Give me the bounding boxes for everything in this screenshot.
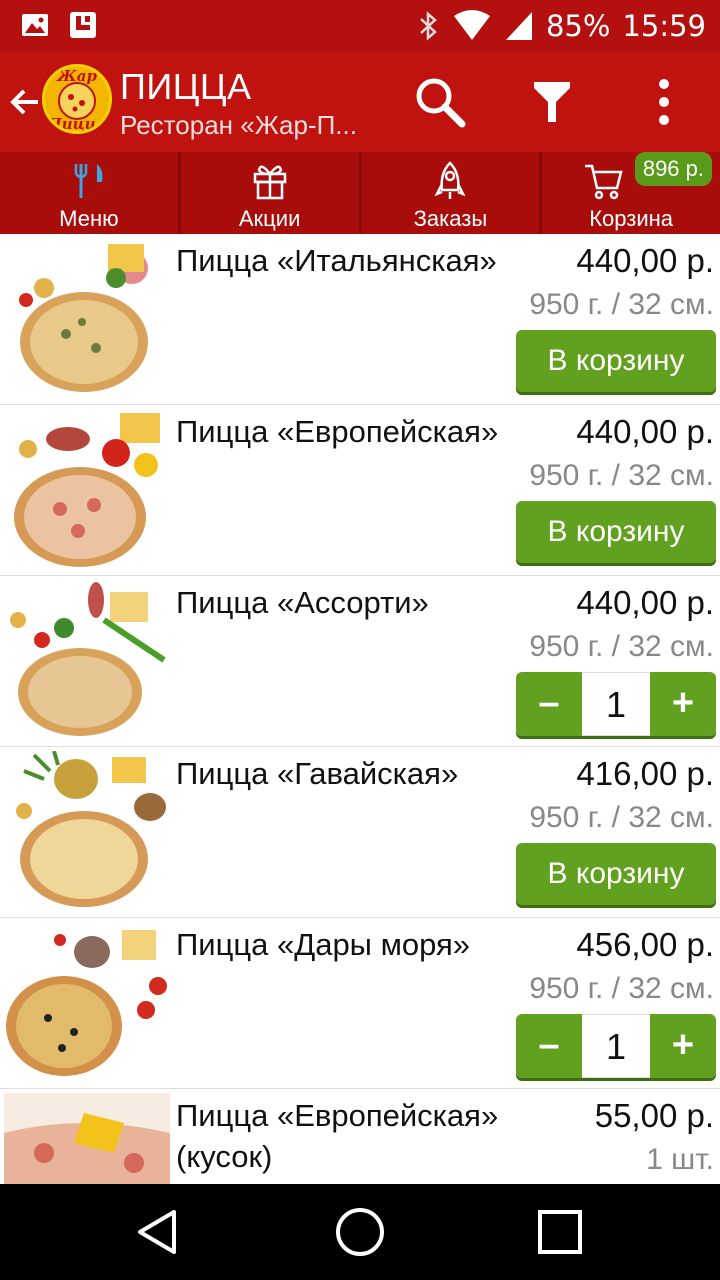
- product-price: 440,00 р.: [576, 242, 714, 279]
- gallery-icon: [22, 14, 48, 36]
- filter-icon[interactable]: [522, 72, 582, 132]
- product-price: 456,00 р.: [576, 926, 714, 963]
- product-price: 55,00 р.: [594, 1097, 714, 1134]
- product-weight: 950 г. / 32 см.: [529, 459, 714, 492]
- pizza-image: [14, 413, 160, 567]
- product-item[interactable]: Пицца «Европейская» (кусок) 55,00 р. 1 ш…: [0, 1089, 720, 1184]
- product-item[interactable]: Пицца «Европейская» 440,00 р. 950 г. / 3…: [0, 405, 720, 576]
- tab-orders[interactable]: Заказы: [362, 152, 543, 234]
- decrease-quantity-button[interactable]: –: [516, 1014, 582, 1078]
- product-item[interactable]: Пицца «Итальянская» 440,00 р. 950 г. / 3…: [0, 234, 720, 405]
- tab-promotions-label: Акции: [238, 206, 301, 231]
- product-item[interactable]: Пицца «Гавайская» 416,00 р. 950 г. / 32 …: [0, 747, 720, 918]
- notification-app-icon: [70, 12, 96, 38]
- product-name: Пицца «Европейская»: [176, 414, 499, 449]
- product-name: Пицца «Гавайская»: [176, 756, 459, 791]
- tab-promotions[interactable]: Акции: [181, 152, 362, 234]
- quantity-value: 1: [582, 672, 650, 736]
- nav-home-icon[interactable]: [332, 1204, 388, 1260]
- product-weight: 950 г. / 32 см.: [529, 972, 714, 1005]
- tab-menu-label: Меню: [59, 206, 119, 231]
- status-bar: 85% 15:59: [0, 0, 720, 52]
- system-nav-bar: [0, 1184, 720, 1280]
- logo-text-bottom: Пицца: [47, 115, 107, 133]
- product-name: Пицца «Ассорти»: [176, 585, 429, 620]
- product-price: 440,00 р.: [576, 413, 714, 450]
- product-name: Пицца «Европейская» (кусок): [176, 1098, 499, 1174]
- tab-cart-label: Корзина: [589, 206, 674, 231]
- gift-icon: [253, 165, 286, 200]
- product-price: 440,00 р.: [576, 584, 714, 621]
- quantity-stepper: – 1 +: [516, 672, 716, 736]
- app-bar: Жар Пицца ПИЦЦА Ресторан «Жар-П...: [0, 52, 720, 152]
- product-weight: 950 г. / 32 см.: [529, 801, 714, 834]
- search-icon[interactable]: [410, 72, 470, 132]
- cart-total-badge: 896 р.: [634, 152, 712, 186]
- tab-menu[interactable]: Меню: [0, 152, 181, 234]
- product-name: Пицца «Итальянская»: [176, 243, 497, 278]
- product-weight: 950 г. / 32 см.: [529, 288, 714, 321]
- battery-percent: 85%: [545, 9, 611, 43]
- pizza-slice-image: [4, 1093, 170, 1184]
- increase-quantity-button[interactable]: +: [650, 672, 716, 736]
- product-item[interactable]: Пицца «Ассорти» 440,00 р. 950 г. / 32 см…: [0, 576, 720, 747]
- back-arrow-icon[interactable]: [8, 82, 42, 122]
- rocket-icon: [434, 161, 466, 199]
- pizza-image: [19, 244, 148, 392]
- quantity-stepper: – 1 +: [516, 1014, 716, 1078]
- tab-cart[interactable]: 896 р. Корзина: [542, 152, 720, 234]
- more-vert-icon[interactable]: [634, 72, 694, 132]
- cart-icon: [585, 164, 624, 200]
- page-title: ПИЦЦА: [120, 66, 252, 107]
- product-item[interactable]: Пицца «Дары моря» 456,00 р. 950 г. / 32 …: [0, 918, 720, 1089]
- page-subtitle: Ресторан «Жар-П...: [120, 110, 357, 140]
- status-right: 85% 15:59: [418, 6, 706, 46]
- pizza-image: [10, 582, 166, 736]
- pizza-image: [6, 930, 167, 1076]
- restaurant-logo: Жар Пицца: [42, 64, 112, 134]
- increase-quantity-button[interactable]: +: [650, 1014, 716, 1078]
- fork-knife-icon: [74, 164, 103, 198]
- product-name: Пицца «Дары моря»: [176, 927, 471, 962]
- pizza-image: [16, 751, 166, 907]
- signal-icon: [505, 12, 532, 40]
- add-to-cart-button[interactable]: В корзину: [516, 330, 716, 392]
- logo-text-top: Жар: [57, 67, 97, 85]
- add-to-cart-button[interactable]: В корзину: [516, 843, 716, 905]
- wifi-icon: [453, 10, 490, 40]
- add-to-cart-button[interactable]: В корзину: [516, 501, 716, 563]
- product-price: 416,00 р.: [576, 755, 714, 792]
- nav-recents-icon[interactable]: [532, 1204, 588, 1260]
- bluetooth-icon: [420, 11, 437, 41]
- decrease-quantity-button[interactable]: –: [516, 672, 582, 736]
- nav-back-icon[interactable]: [130, 1204, 186, 1260]
- clock: 15:59: [622, 9, 706, 43]
- product-weight: 950 г. / 32 см.: [529, 630, 714, 663]
- quantity-value: 1: [582, 1014, 650, 1078]
- tab-bar: Меню Акции Заказы 896 р. Корзина: [0, 152, 720, 234]
- product-weight: 1 шт.: [646, 1143, 714, 1176]
- product-list[interactable]: Пицца «Итальянская» 440,00 р. 950 г. / 3…: [0, 234, 720, 1184]
- tab-orders-label: Заказы: [413, 206, 488, 231]
